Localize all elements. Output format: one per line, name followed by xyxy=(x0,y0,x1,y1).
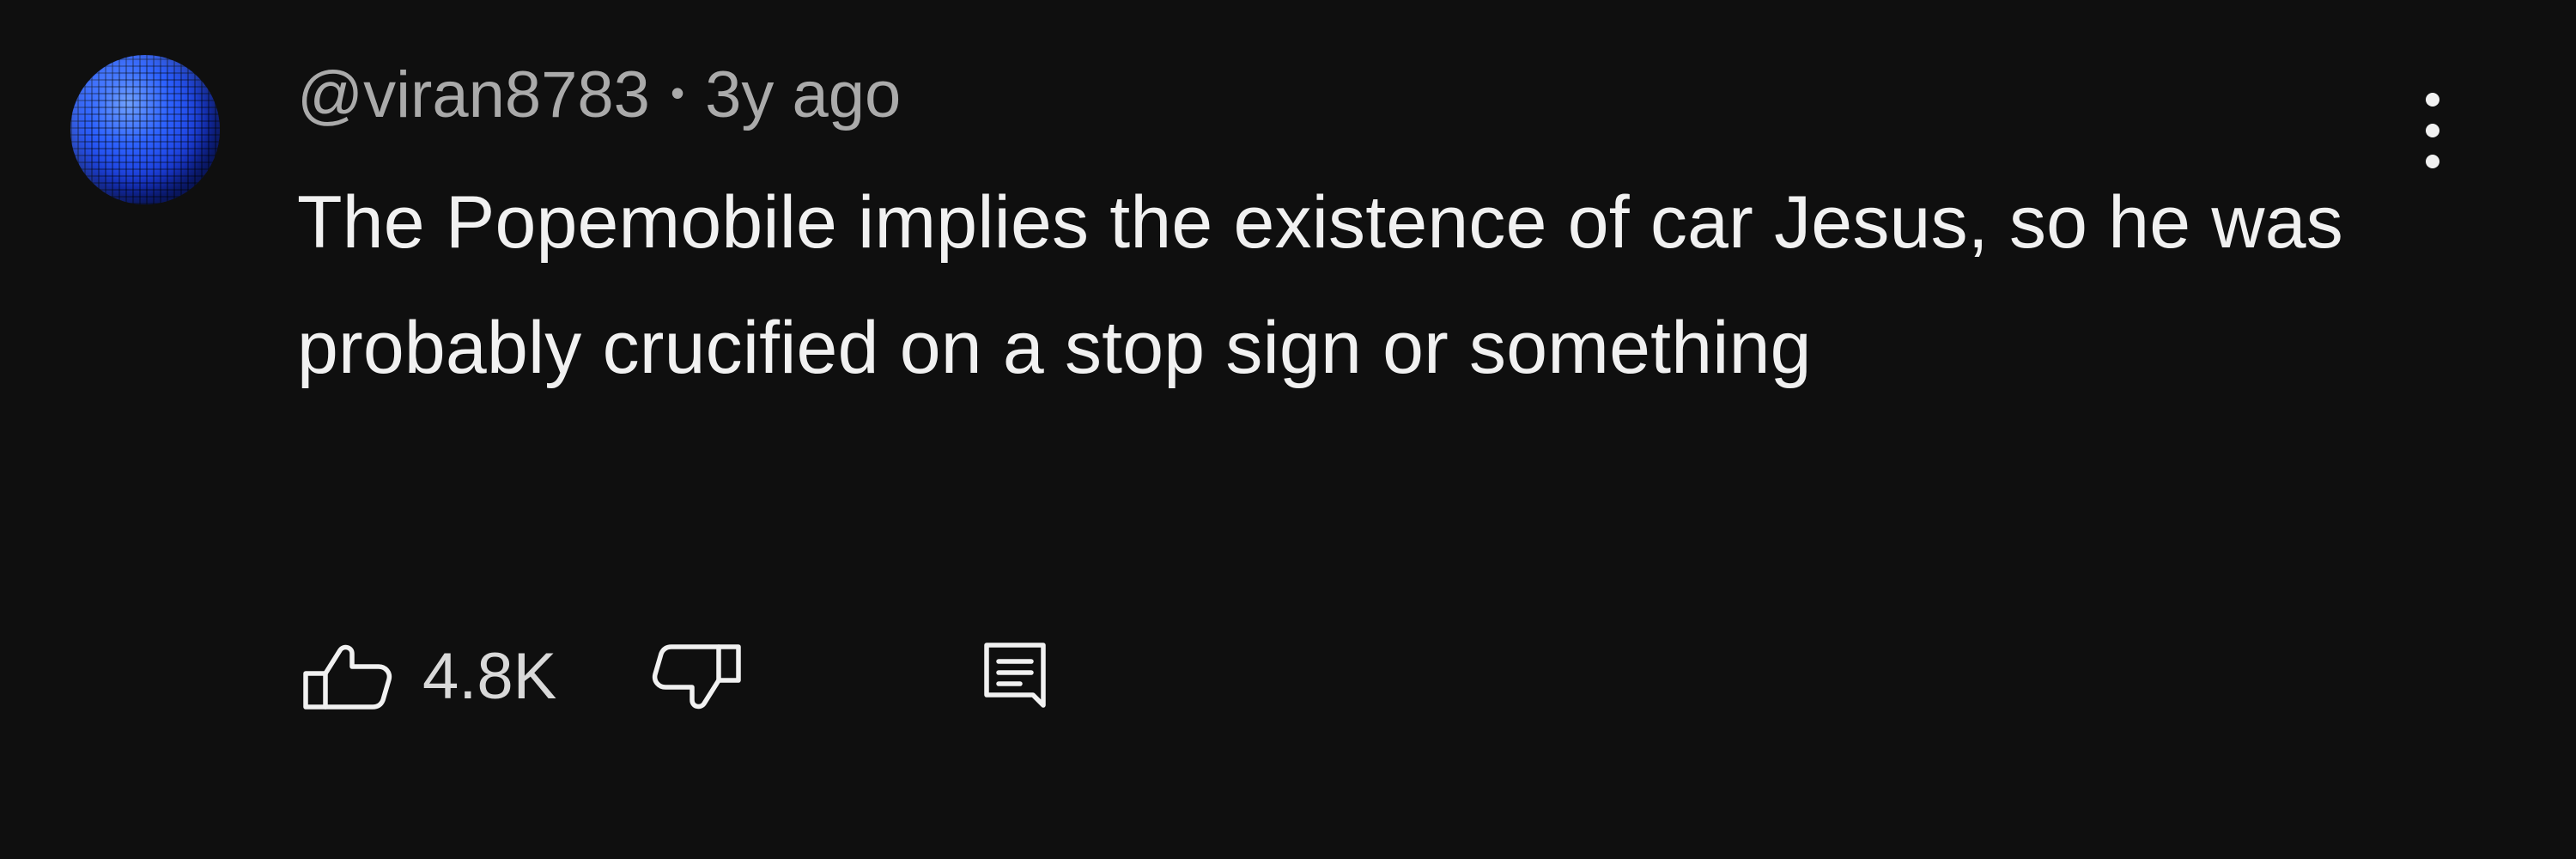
comment-icon xyxy=(984,643,1046,708)
username[interactable]: @viran8783 xyxy=(297,57,650,134)
comment-meta: @viran8783 • 3y ago xyxy=(297,57,901,134)
like-button[interactable] xyxy=(292,634,402,720)
thumbs-down-icon xyxy=(652,644,741,710)
like-count: 4.8K xyxy=(422,640,557,713)
dislike-button[interactable] xyxy=(642,634,752,720)
comment-actions: 4.8K xyxy=(292,625,1151,720)
comment-text: The Popemobile implies the existence of … xyxy=(297,181,2343,389)
comment-timestamp[interactable]: 3y ago xyxy=(705,57,901,134)
avatar[interactable] xyxy=(70,55,220,204)
meta-separator: • xyxy=(670,70,685,115)
thumbs-up-icon xyxy=(303,644,392,710)
reply-button[interactable] xyxy=(972,634,1058,720)
more-vertical-icon xyxy=(2426,93,2439,168)
comment-thread: @viran8783 • 3y ago The Popemobile impli… xyxy=(0,0,2576,859)
more-options-button[interactable] xyxy=(2394,79,2471,182)
